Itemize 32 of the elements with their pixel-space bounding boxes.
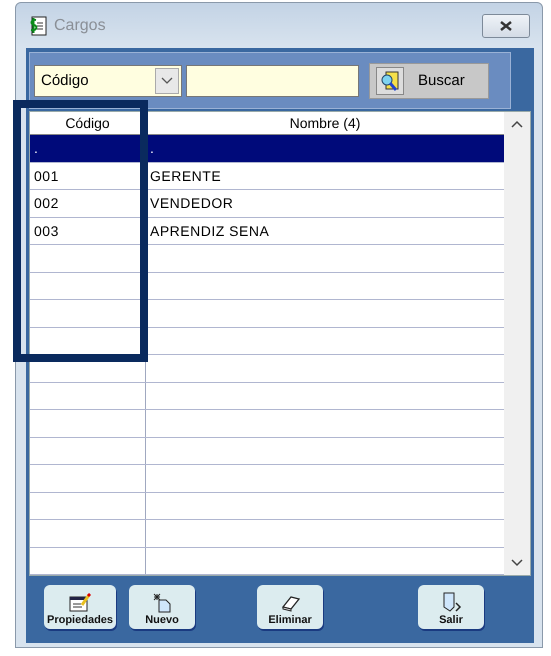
table-cell-text: GERENTE	[149, 166, 222, 186]
properties-button[interactable]: Propiedades	[44, 585, 116, 629]
table-cell: .	[30, 135, 146, 162]
table-cell-text: .	[149, 139, 156, 158]
search-field[interactable]	[186, 64, 359, 96]
table-cell: 001	[30, 162, 146, 189]
new-button[interactable]: Nuevo	[129, 585, 196, 629]
table-row[interactable]: 001 GERENTE	[30, 162, 504, 190]
table-row[interactable]: 003 APRENDIZ SENA	[30, 218, 504, 245]
close-icon	[499, 20, 513, 30]
document-dollar-icon	[28, 14, 48, 36]
delete-button[interactable]: Eliminar	[257, 585, 324, 629]
scroll-up-icon[interactable]	[511, 120, 523, 128]
search-button[interactable]: Buscar	[369, 62, 489, 98]
column-header[interactable]: Nombre (4)	[146, 112, 504, 134]
field-dropdown[interactable]: Código	[34, 64, 182, 96]
exit-button[interactable]: Salir	[418, 585, 484, 629]
close-button[interactable]	[482, 14, 530, 38]
column-header[interactable]: Código	[30, 112, 146, 134]
scrollbar[interactable]	[504, 112, 530, 575]
table-cell: 002	[30, 190, 146, 216]
table-row[interactable]: 002 VENDEDOR	[30, 190, 504, 218]
table-cell-text: VENDEDOR	[149, 194, 234, 213]
new-document-icon	[151, 593, 174, 613]
table-cell-text: APRENDIZ SENA	[149, 222, 270, 240]
scroll-down-icon[interactable]	[511, 559, 523, 567]
form-pencil-icon	[68, 593, 92, 613]
window-title: Cargos	[54, 16, 107, 34]
chevron-down-icon	[161, 76, 173, 84]
table-row[interactable]: . .	[30, 135, 504, 162]
search-icon	[379, 70, 401, 92]
table-cell: 003	[30, 218, 146, 244]
